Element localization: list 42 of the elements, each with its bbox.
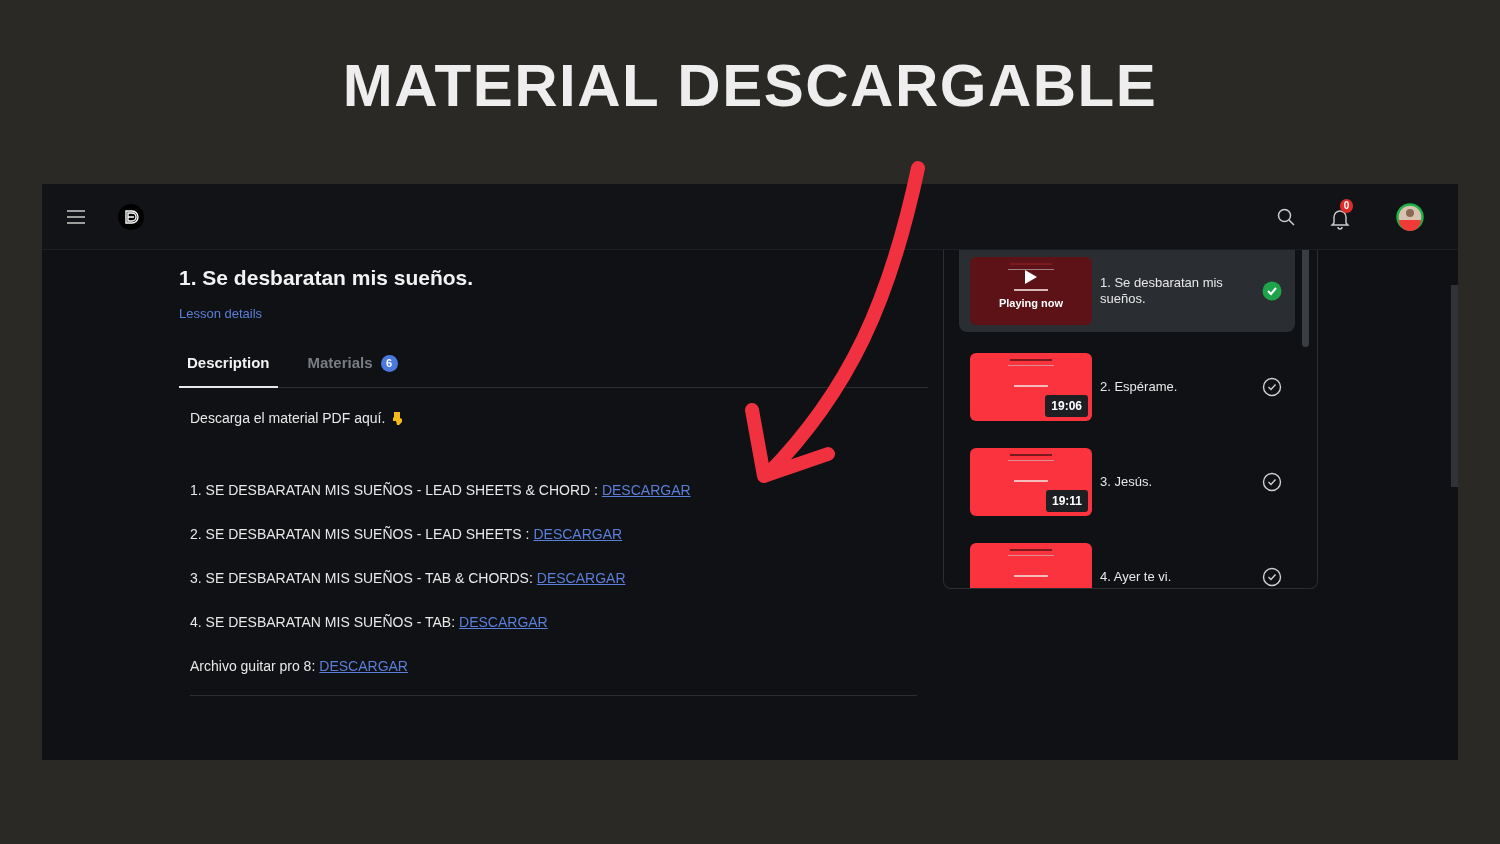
download-link[interactable]: DESCARGAR xyxy=(601,479,691,501)
check-icon[interactable] xyxy=(1262,281,1282,301)
playing-now-label: Playing now xyxy=(997,296,1065,311)
check-icon[interactable] xyxy=(1262,472,1282,492)
page-scrollbar[interactable] xyxy=(1451,285,1458,487)
playlist-item[interactable]: Playing now 1. Se desbaratan mis sueños. xyxy=(959,250,1295,332)
material-text: 2. SE DESBARATAN MIS SUEÑOS - LEAD SHEETS : xyxy=(190,524,530,544)
search-icon[interactable] xyxy=(1277,207,1295,226)
lesson-title: 4. Ayer te vi. xyxy=(1100,569,1173,585)
intro-text: Descarga el material PDF aquí. xyxy=(190,409,386,428)
material-text: 1. SE DESBARATAN MIS SUEÑOS - LEAD SHEETS & CHORD : xyxy=(190,480,598,500)
playlist-item[interactable]: 19:11 3. Jesús. xyxy=(959,442,1295,522)
check-icon[interactable] xyxy=(1262,567,1282,587)
duration-badge: 19:11 xyxy=(1045,490,1088,512)
material-text: 3. SE DESBARATAN MIS SUEÑOS - TAB & CHORDS: xyxy=(190,568,533,588)
playlist-item[interactable]: 19:06 2. Espérame. xyxy=(959,347,1295,427)
lesson-title: 2. Espérame. xyxy=(1100,379,1179,395)
download-link[interactable]: DESCARGAR xyxy=(459,611,548,633)
download-link[interactable]: DESCARGAR xyxy=(533,523,623,545)
bell-icon[interactable] xyxy=(1330,207,1350,230)
headline: MATERIAL DESCARGABLE xyxy=(342,51,1158,121)
pointing-hand-icon xyxy=(391,411,404,426)
material-text: Archivo guitar pro 8: xyxy=(190,656,316,676)
download-link[interactable]: DESCARGAR xyxy=(319,655,408,677)
count-badge: 6 xyxy=(380,355,398,373)
lesson-title: 1. Se desbaratan mis sueños. xyxy=(1100,275,1224,307)
download-link[interactable]: DESCARGAR xyxy=(536,567,626,589)
logo-icon[interactable] xyxy=(118,203,144,230)
playlist-item[interactable]: 4. Ayer te vi. xyxy=(959,537,1295,588)
lesson-title: 1. Se desbaratan mis sueños. xyxy=(179,265,475,288)
avatar-icon[interactable] xyxy=(1396,202,1424,231)
material-text: 4. SE DESBARATAN MIS SUEÑOS - TAB: xyxy=(190,612,456,632)
tab[interactable]: Materials 6 xyxy=(299,351,406,388)
check-icon[interactable] xyxy=(1262,377,1282,397)
menu-icon[interactable] xyxy=(67,209,85,224)
list-scrollbar[interactable] xyxy=(1302,250,1309,347)
lesson-title: 3. Jesús. xyxy=(1100,474,1154,490)
play-icon[interactable] xyxy=(1024,269,1038,285)
tab[interactable]: Description xyxy=(179,351,278,388)
lesson-details-link[interactable]: Lesson details xyxy=(179,304,263,324)
notification-count: 0 xyxy=(1340,198,1353,213)
duration-badge: 19:06 xyxy=(1045,395,1088,417)
